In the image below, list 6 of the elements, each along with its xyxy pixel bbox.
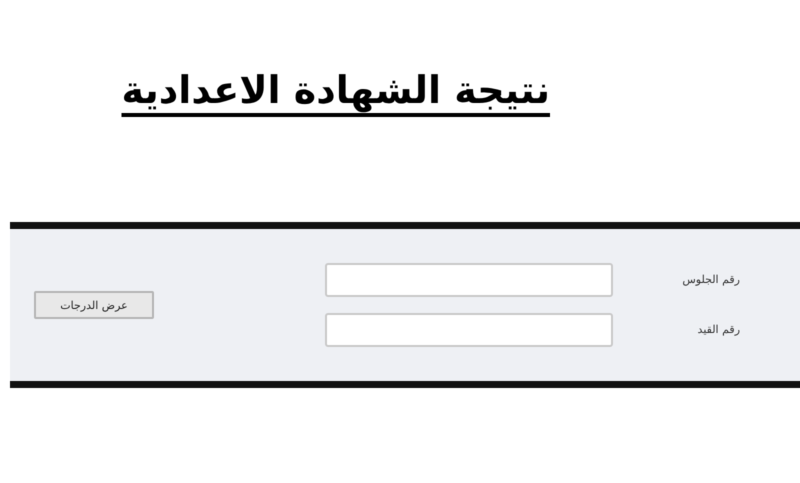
page-title: نتيجة الشهادة الاعدادية xyxy=(121,68,550,114)
input-field[interactable] xyxy=(325,313,613,347)
field-label: رقم القيد xyxy=(696,322,740,338)
show-grades-button[interactable]: عرض الدرجات xyxy=(34,291,154,319)
input-field[interactable] xyxy=(325,263,613,297)
field-label: رقم الجلوس xyxy=(681,272,740,288)
